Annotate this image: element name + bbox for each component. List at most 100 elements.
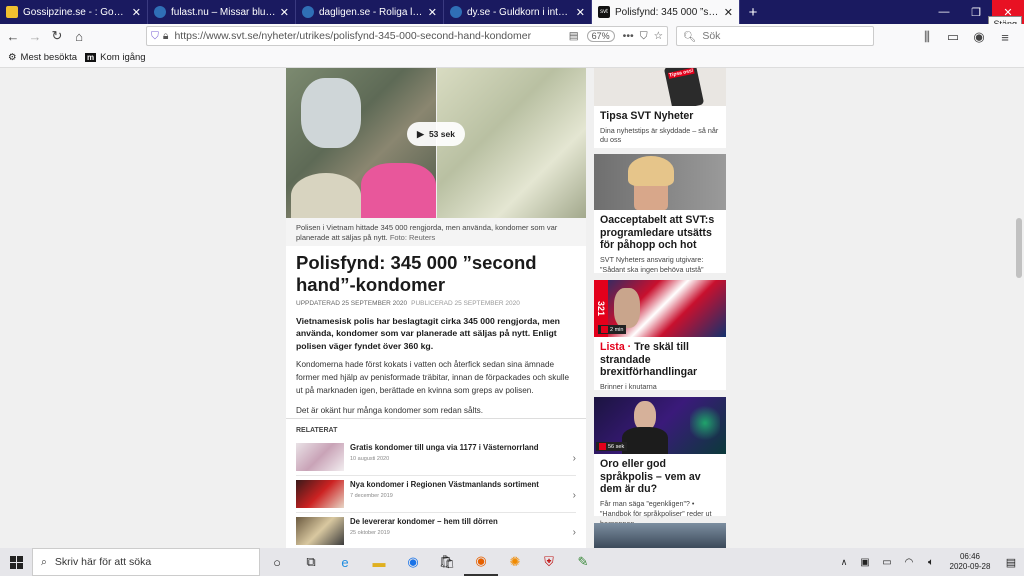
clock-date: 2020-09-28 bbox=[949, 562, 991, 571]
page-actions-icon[interactable]: ••• bbox=[623, 30, 634, 42]
badge-text: 56 sek bbox=[608, 443, 625, 450]
card-prefix: Lista · bbox=[600, 341, 635, 353]
search-placeholder: Sök bbox=[702, 30, 721, 42]
menu-icon[interactable]: ≡ bbox=[994, 26, 1016, 48]
url-bar[interactable]: ⛉ 🔒︎ https://www.svt.se/nyheter/utrikes/… bbox=[146, 26, 668, 46]
forward-arrow-icon[interactable]: → bbox=[24, 25, 46, 47]
app-tray-icon[interactable]: ▣ bbox=[854, 548, 876, 576]
card-image bbox=[594, 154, 726, 210]
app-orange-icon[interactable]: ✺ bbox=[498, 548, 532, 576]
system-tray: ∧ ▣ ▭ ◠ 🔈︎ 06:46 2020-09-28 ▤ bbox=[834, 548, 1024, 576]
back-arrow-icon[interactable]: ← bbox=[2, 25, 24, 47]
minimize-button[interactable]: — bbox=[928, 0, 960, 24]
mcafee-icon[interactable]: ⛨ bbox=[532, 548, 566, 576]
cortana-icon[interactable]: ○ bbox=[260, 548, 294, 576]
taskbar-search-placeholder: Skriv här för att söka bbox=[54, 556, 152, 568]
svt-favicon-icon: svt bbox=[598, 6, 610, 18]
reader-view-icon[interactable]: ▤ bbox=[569, 30, 579, 42]
sidebar-icon[interactable]: ▭ bbox=[942, 26, 964, 48]
notification-icon[interactable]: ▤ bbox=[998, 548, 1024, 576]
tab-dagligen[interactable]: dagligen.se - Roliga länkar varje ✕ bbox=[296, 0, 444, 24]
speaker-icon[interactable]: 🔈︎ bbox=[920, 548, 942, 576]
tab-svt-active[interactable]: svt Polisfynd: 345 000 ”second hand ✕ bbox=[592, 0, 740, 24]
tab-fulast[interactable]: fulast.nu – Missar blunders och ✕ bbox=[148, 0, 296, 24]
url-text[interactable]: https://www.svt.se/nyheter/utrikes/polis… bbox=[174, 30, 568, 42]
paint-icon[interactable]: ✎ bbox=[566, 548, 600, 576]
play-icon bbox=[599, 443, 606, 450]
card-figure bbox=[622, 427, 668, 454]
card-image: 321 2 min bbox=[594, 280, 726, 337]
lock-icon[interactable]: 🔒︎ bbox=[163, 30, 169, 43]
scrollbar[interactable] bbox=[1014, 68, 1024, 548]
sidebar-card-brexit[interactable]: 321 2 min Lista · Tre skäl till strandad… bbox=[594, 280, 726, 391]
battery-icon[interactable]: ▭ bbox=[876, 548, 898, 576]
zoom-indicator[interactable]: 67% bbox=[586, 30, 615, 42]
account-icon[interactable]: ◉ bbox=[968, 26, 990, 48]
close-tab-icon[interactable]: ✕ bbox=[428, 6, 437, 19]
gear-icon: ⚙ bbox=[8, 52, 17, 63]
new-tab-button[interactable]: + bbox=[740, 0, 766, 24]
portrait-hair bbox=[628, 156, 674, 186]
tab-dy[interactable]: dy.se - Guldkorn i internetträsket ✕ bbox=[444, 0, 592, 24]
wifi-icon[interactable]: ◠ bbox=[898, 548, 920, 576]
related-item[interactable]: De levererar kondomer – hem till dörren 2… bbox=[286, 513, 586, 548]
tracking-shield-icon[interactable]: ⛉ bbox=[151, 30, 159, 43]
edge-icon[interactable]: e bbox=[328, 548, 362, 576]
related-item[interactable]: Nya kondomer i Regionen Västmanlands sor… bbox=[286, 476, 586, 513]
reload-icon[interactable]: ↻ bbox=[46, 25, 68, 47]
library-icon[interactable]: ⫼ bbox=[916, 26, 938, 48]
tab-gossipzine[interactable]: Gossipzine.se - : Gossipzine.se ✕ bbox=[0, 0, 148, 24]
search-icon: 🔍︎ bbox=[683, 30, 697, 43]
close-tab-icon[interactable]: ✕ bbox=[132, 6, 141, 19]
card-title: Oacceptabelt att SVT:s programledare uts… bbox=[600, 214, 715, 252]
chrome-icon[interactable]: ◉ bbox=[396, 548, 430, 576]
bookmark-kom-igang[interactable]: m Kom igång bbox=[85, 52, 146, 63]
related-text: Gratis kondomer till unga via 1177 i Väs… bbox=[350, 443, 539, 462]
file-explorer-icon[interactable]: ▬ bbox=[362, 548, 396, 576]
scrollbar-thumb[interactable] bbox=[1016, 218, 1022, 278]
related-thumbnail bbox=[296, 517, 344, 545]
search-box[interactable]: 🔍︎ Sök bbox=[676, 26, 874, 46]
bookmark-label: Kom igång bbox=[100, 52, 146, 63]
tab-title: dy.se - Guldkorn i internetträsket bbox=[467, 6, 572, 18]
pocket-icon[interactable]: ⛉ bbox=[640, 30, 648, 43]
tab-title: fulast.nu – Missar blunders och bbox=[171, 6, 276, 18]
bookmarks-bar: ⚙ Mest besökta m Kom igång bbox=[0, 48, 1024, 68]
bookmark-star-icon[interactable]: ☆ bbox=[654, 30, 663, 42]
bookmark-mest-besokta[interactable]: ⚙ Mest besökta bbox=[8, 52, 77, 63]
related-heading: RELATERAT bbox=[296, 427, 338, 434]
task-view-icon[interactable]: ⧉ bbox=[294, 548, 328, 576]
article: ▶ 53 sek Polisen i Vietnam hittade 345 00… bbox=[286, 68, 586, 548]
card-image: Tipsa oss! bbox=[594, 68, 726, 106]
store-icon[interactable]: 🛍︎ bbox=[430, 548, 464, 576]
start-button[interactable] bbox=[0, 548, 32, 576]
clock[interactable]: 06:46 2020-09-28 bbox=[942, 552, 998, 573]
sidebar-card-oacceptabelt[interactable]: Oacceptabelt att SVT:s programledare uts… bbox=[594, 154, 726, 274]
play-button[interactable]: ▶ 53 sek bbox=[407, 122, 465, 146]
portrait-photo bbox=[614, 288, 640, 328]
chevron-up-icon[interactable]: ∧ bbox=[834, 548, 854, 576]
chevron-right-icon: › bbox=[572, 453, 576, 464]
article-lead: Vietnamesisk polis har beslagtagit cirka… bbox=[296, 315, 560, 351]
card-title: Tipsa SVT Nyheter bbox=[600, 110, 694, 122]
chevron-right-icon: › bbox=[572, 490, 576, 501]
article-headline: Polisfynd: 345 000 ”second hand”-kondome… bbox=[296, 252, 537, 295]
home-icon[interactable]: ⌂ bbox=[68, 25, 90, 47]
sidebar-card-tipsa[interactable]: Tipsa oss! Tipsa SVT Nyheter Dina nyhets… bbox=[594, 68, 726, 148]
video-player[interactable]: ▶ 53 sek bbox=[286, 68, 586, 218]
nav-bar: ← → ↻ ⌂ ⛉ 🔒︎ https://www.svt.se/nyheter/… bbox=[0, 24, 1024, 48]
wordpress-favicon-icon bbox=[450, 6, 462, 18]
sidebar-card-train[interactable] bbox=[594, 523, 726, 548]
related-item[interactable]: Gratis kondomer till unga via 1177 i Väs… bbox=[286, 439, 586, 476]
taskbar-search[interactable]: ⌕ Skriv här för att söka bbox=[32, 548, 260, 576]
page-viewport: ▶ 53 sek Polisen i Vietnam hittade 345 00… bbox=[0, 68, 1024, 548]
phone-icon: Tipsa oss! bbox=[663, 68, 705, 106]
close-tab-icon[interactable]: ✕ bbox=[576, 6, 585, 19]
close-tab-icon[interactable]: ✕ bbox=[724, 6, 733, 19]
sidebar-card-sprakpolis[interactable]: 56 sek Oro eller god språkpolis – vem av… bbox=[594, 397, 726, 528]
close-tab-icon[interactable]: ✕ bbox=[280, 6, 289, 19]
firefox-icon[interactable]: ◉ bbox=[464, 548, 498, 576]
maximize-button[interactable]: ❐ bbox=[960, 0, 992, 24]
video-bowl bbox=[291, 173, 361, 218]
card-title: Lista · Tre skäl till strandade brexitfö… bbox=[594, 337, 726, 379]
